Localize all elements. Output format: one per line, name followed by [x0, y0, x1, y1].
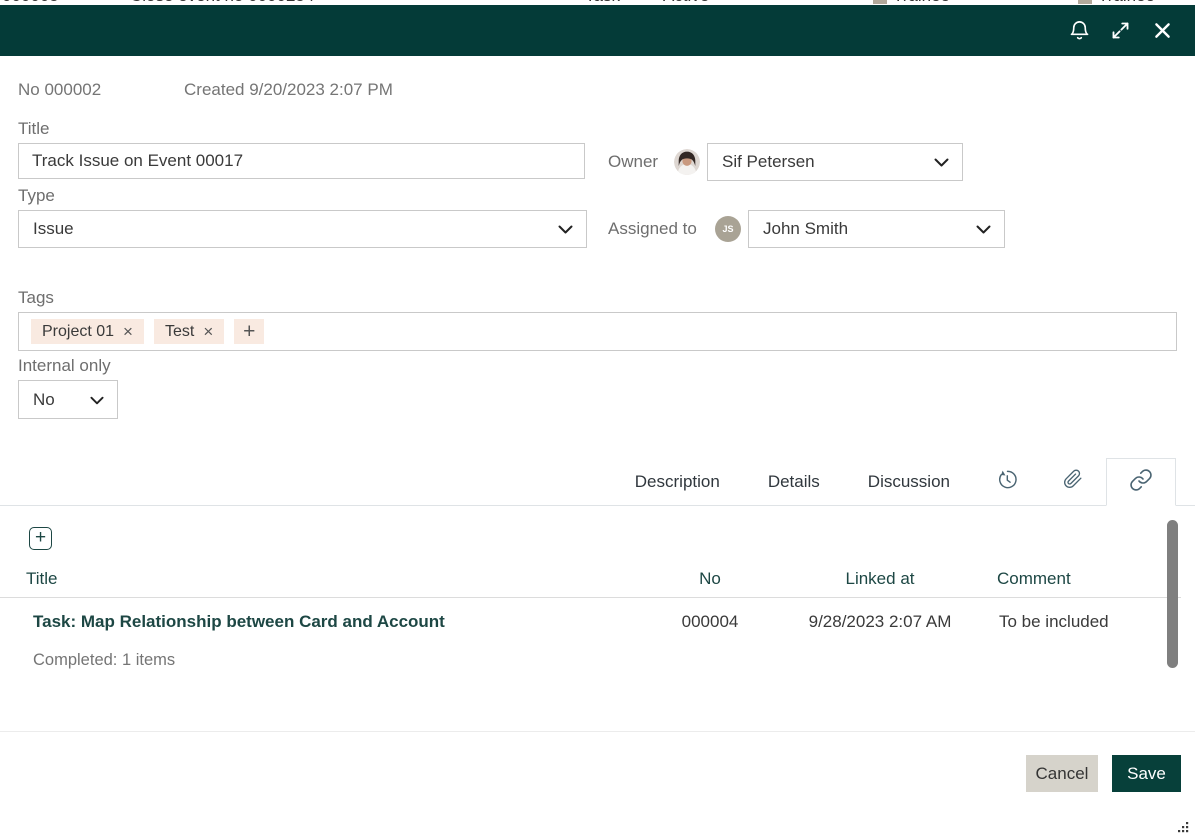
internal-only-value: No [33, 390, 55, 410]
chevron-down-icon [558, 219, 573, 239]
created-timestamp: Created 9/20/2023 2:07 PM [184, 80, 393, 100]
linked-item-status: Completed: 1 items [33, 651, 175, 670]
save-button[interactable]: Save [1112, 755, 1181, 792]
owner-label: Owner [608, 152, 658, 172]
tags-label: Tags [18, 288, 54, 308]
issue-editor-modal: 000005 Close event no 0000254 Task Activ… [0, 0, 1195, 837]
link-icon [1129, 468, 1153, 497]
modal-titlebar [0, 5, 1195, 56]
tag-label: Test [165, 323, 194, 341]
attachment-icon [1063, 469, 1083, 494]
section-tabbar: Description Details Discussion [0, 458, 1195, 506]
internal-only-label: Internal only [18, 356, 111, 376]
record-number: No 000002 [18, 80, 101, 100]
column-header-linked-at: Linked at [775, 569, 985, 589]
bg-avatar [873, 0, 887, 4]
expand-icon[interactable] [1107, 18, 1133, 44]
chevron-down-icon [976, 219, 991, 239]
title-input[interactable] [18, 143, 585, 179]
tag-label: Project 01 [42, 323, 114, 341]
table-header-divider [0, 597, 1181, 598]
chevron-down-icon [934, 152, 949, 172]
add-linked-item-button[interactable]: + [29, 527, 52, 550]
type-select-value: Issue [33, 219, 74, 239]
column-header-comment: Comment [997, 569, 1071, 589]
scrollbar-thumb[interactable] [1167, 520, 1178, 668]
assigned-to-select-value: John Smith [763, 219, 848, 239]
type-select[interactable]: Issue [18, 210, 587, 248]
tag-chip: Test × [154, 319, 224, 344]
internal-only-select[interactable]: No [18, 380, 118, 419]
tab-attachments[interactable] [1040, 458, 1106, 505]
owner-avatar [674, 149, 700, 175]
remove-tag-icon[interactable]: × [123, 323, 133, 340]
column-header-no: No [660, 569, 760, 589]
assigned-to-label: Assigned to [608, 219, 697, 239]
type-label: Type [18, 186, 55, 206]
add-tag-button[interactable]: + [234, 319, 264, 344]
tab-details[interactable]: Details [744, 458, 844, 505]
tags-container[interactable]: Project 01 × Test × + [18, 312, 1177, 351]
owner-select[interactable]: Sif Petersen [707, 143, 963, 181]
bell-icon[interactable] [1066, 18, 1092, 44]
footer-divider [0, 731, 1195, 732]
tab-discussion[interactable]: Discussion [844, 458, 974, 505]
remove-tag-icon[interactable]: × [203, 323, 213, 340]
title-label: Title [18, 119, 50, 139]
resize-grip[interactable] [1177, 820, 1189, 837]
bg-avatar [1078, 0, 1092, 4]
owner-select-value: Sif Petersen [722, 152, 815, 172]
assigned-to-select[interactable]: John Smith [748, 210, 1005, 248]
linked-item-no: 000004 [660, 612, 760, 632]
assignee-avatar: JS [715, 216, 741, 242]
close-icon[interactable] [1149, 18, 1175, 44]
linked-item-title[interactable]: Task: Map Relationship between Card and … [33, 612, 445, 632]
column-header-title: Title [26, 569, 58, 589]
tag-chip: Project 01 × [31, 319, 144, 344]
linked-item-linked-at: 9/28/2023 2:07 AM [775, 612, 985, 632]
history-icon [996, 468, 1019, 496]
tab-history[interactable] [974, 458, 1040, 505]
linked-item-comment: To be included [999, 612, 1109, 632]
cancel-button[interactable]: Cancel [1026, 755, 1098, 792]
tab-links[interactable] [1106, 458, 1176, 506]
tab-description[interactable]: Description [611, 458, 744, 505]
chevron-down-icon [90, 390, 104, 410]
